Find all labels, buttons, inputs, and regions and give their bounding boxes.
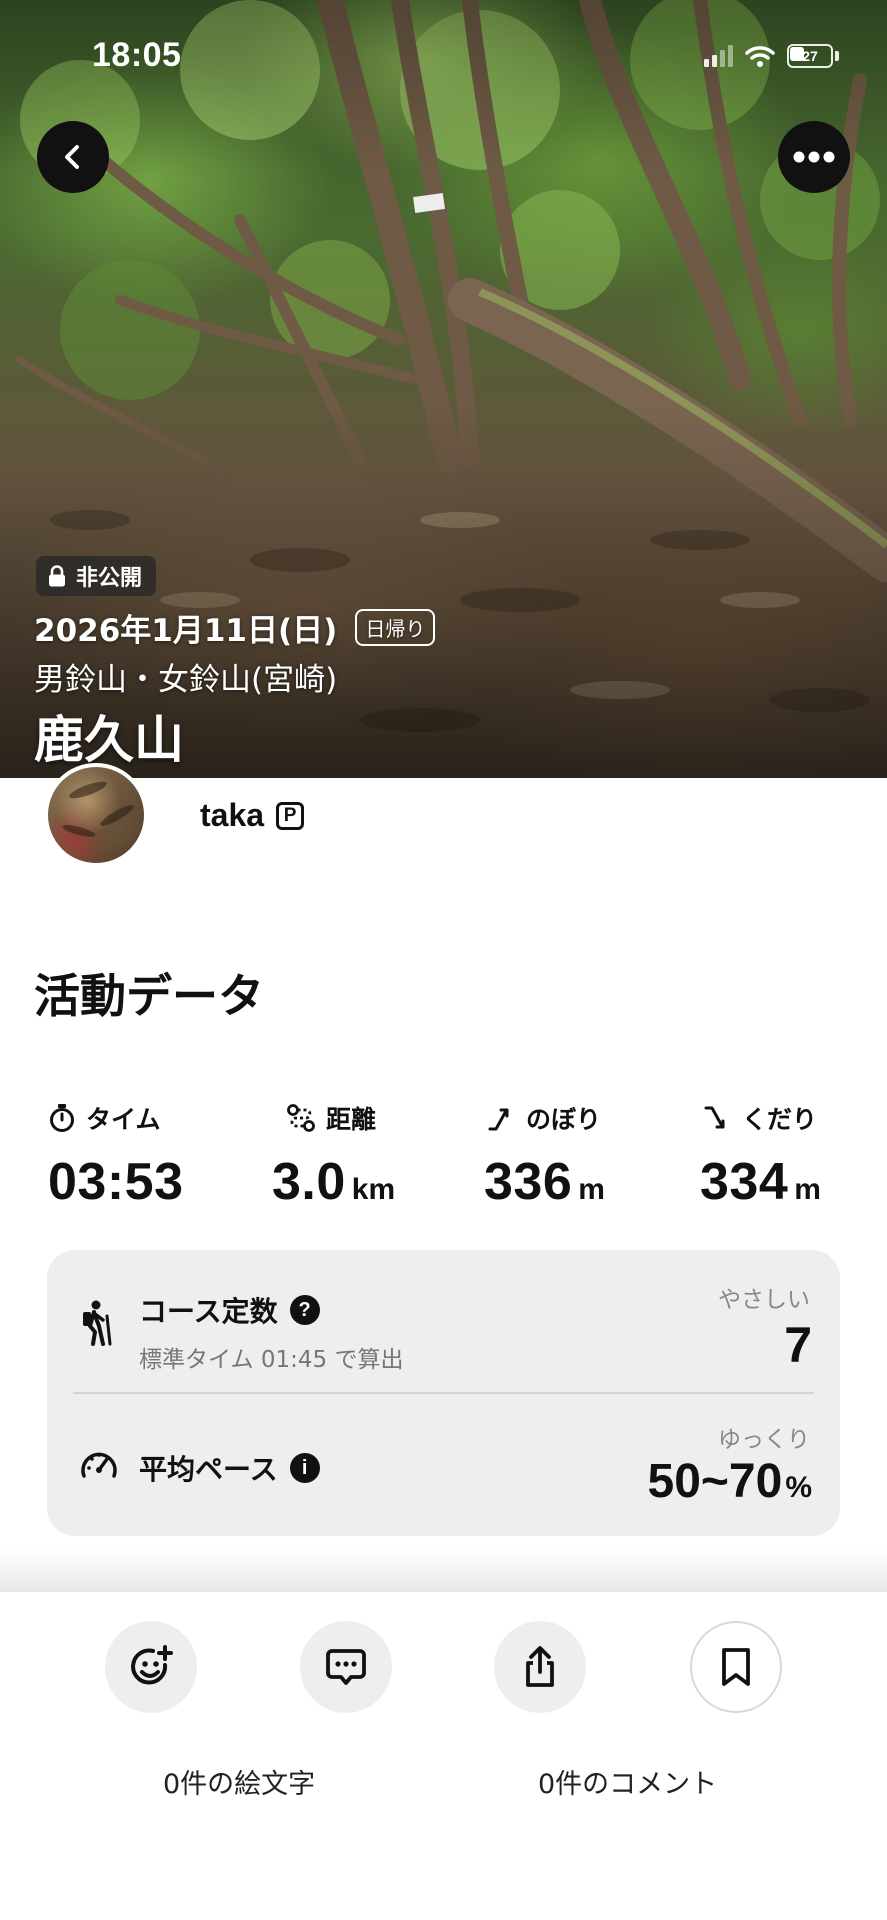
stat-distance-unit: km (351, 1173, 396, 1206)
battery-level: 27 (802, 48, 818, 64)
private-badge: 非公開 (36, 556, 157, 596)
emoji-count-label[interactable]: 0件の絵文字 (163, 1762, 315, 1801)
stopwatch-icon (50, 1104, 74, 1132)
bottom-fade (0, 1548, 887, 1592)
hiker-icon (83, 1300, 112, 1346)
private-label: 非公開 (76, 566, 143, 591)
stat-distance-label: 距離 (326, 1105, 377, 1134)
bottom-action-bar: 0件の絵文字 0件のコメント (0, 1592, 887, 1920)
course-level-label: やさしい (718, 1287, 810, 1313)
share-button[interactable] (494, 1621, 586, 1713)
stat-descent-unit: m (794, 1173, 821, 1206)
lock-icon (49, 565, 65, 587)
route-icon (287, 1104, 315, 1132)
stat-ascent-label: のぼり (526, 1105, 602, 1134)
comment-icon (326, 1649, 366, 1685)
premium-badge-icon: P (276, 801, 305, 830)
ellipsis-icon (793, 151, 835, 163)
username[interactable]: taka (200, 797, 264, 834)
stat-descent-value: 334 (700, 1153, 789, 1211)
stat-ascent: のぼり 336 m (484, 1098, 605, 1212)
status-time: 18:05 (92, 36, 182, 74)
stat-time-value: 03:53 (48, 1153, 184, 1211)
ascent-icon (488, 1108, 509, 1131)
trip-type-tag: 日帰り (355, 609, 436, 646)
stat-descent: くだり 334 m (700, 1098, 821, 1212)
average-pace-unit: % (785, 1471, 812, 1504)
chevron-left-icon (65, 145, 79, 169)
average-pace-value: 50~70 (647, 1455, 783, 1508)
stat-time-label: タイム (86, 1105, 161, 1134)
bookmark-icon (722, 1648, 750, 1686)
wifi-icon (745, 45, 775, 67)
stat-descent-label: くだり (742, 1105, 818, 1134)
avatar[interactable] (44, 763, 148, 867)
stat-ascent-value: 336 (484, 1153, 573, 1211)
mountain-area[interactable]: 男鈴山・女鈴山(宮崎) (34, 654, 337, 699)
hero-date-row: 2026年1月11日(日) 日帰り (34, 605, 436, 650)
info-icon[interactable]: i (289, 1453, 320, 1483)
average-pace-row[interactable]: 平均ペース i ゆっくり 50~70% (47, 1394, 840, 1536)
course-constant-subtitle: 標準タイム 01:45 で算出 (139, 1347, 404, 1373)
bookmark-button[interactable] (690, 1621, 782, 1713)
share-icon (526, 1646, 554, 1687)
speedometer-icon (81, 1452, 117, 1478)
add-emoji-button[interactable] (105, 1621, 197, 1713)
course-info-card: コース定数 ? 標準タイム 01:45 で算出 やさしい 7 平均ペース i ゆ… (47, 1250, 840, 1536)
comment-count-label[interactable]: 0件のコメント (538, 1762, 717, 1801)
descent-icon (704, 1106, 725, 1129)
average-pace-title: 平均ペース (139, 1453, 278, 1486)
stat-distance-value: 3.0 (272, 1153, 346, 1211)
help-icon[interactable]: ? (289, 1295, 320, 1325)
section-title-activity: 活動データ (34, 969, 264, 1023)
stat-time: タイム 03:53 (48, 1098, 184, 1212)
course-constant-value: 7 (784, 1317, 812, 1373)
course-constant-title: コース定数 (139, 1295, 278, 1328)
add-emoji-icon (131, 1645, 173, 1685)
pace-level-label: ゆっくり (718, 1427, 810, 1453)
status-icons: 27 (704, 44, 839, 68)
back-button[interactable] (37, 121, 109, 193)
stat-ascent-unit: m (578, 1173, 605, 1206)
user-row[interactable]: taka P (200, 797, 305, 834)
stat-distance: 距離 3.0 km (272, 1098, 395, 1212)
course-constant-row[interactable]: コース定数 ? 標準タイム 01:45 で算出 やさしい 7 (47, 1250, 840, 1392)
pace-value-wrap: 50~70% (648, 1454, 813, 1509)
comment-button[interactable] (300, 1621, 392, 1713)
activity-title: 鹿久山 (34, 711, 184, 769)
more-options-button[interactable] (778, 121, 850, 193)
signal-icon (704, 45, 733, 67)
battery-icon: 27 (787, 44, 839, 68)
activity-date: 2026年1月11日(日) (34, 613, 338, 649)
